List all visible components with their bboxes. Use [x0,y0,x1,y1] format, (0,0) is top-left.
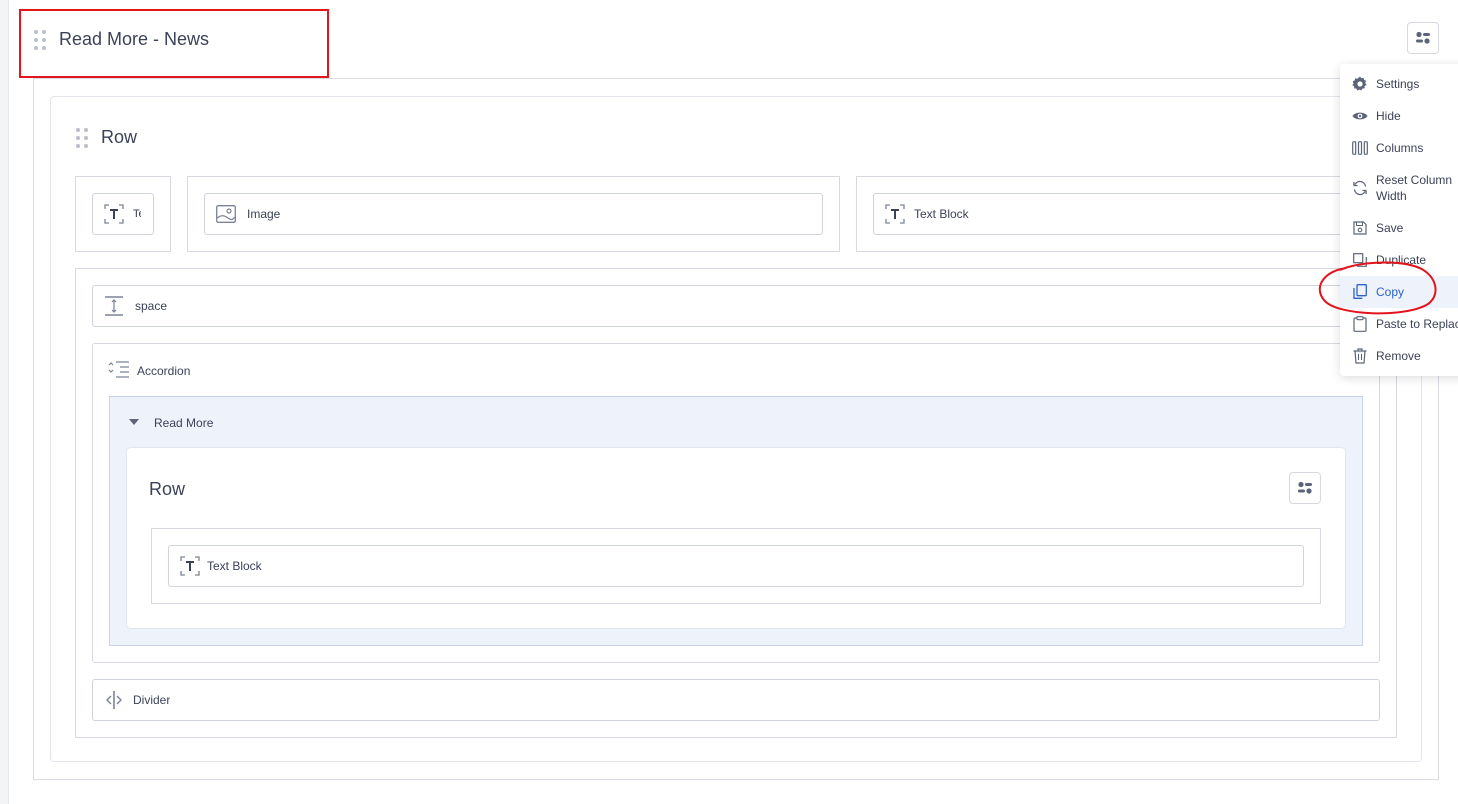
menu-item-columns[interactable]: Columns [1340,132,1458,164]
options-icon [1298,481,1312,494]
element-label: Te [133,208,141,220]
menu-item-label: Hide [1376,109,1401,123]
menu-item-label: Reset Column Width [1376,173,1453,203]
element-label: Text Block [207,559,262,573]
element-label: Divider [133,693,171,707]
menu-item-label: Save [1376,221,1404,235]
gear-icon [1352,76,1368,92]
accordion-label: Accordion [137,364,191,378]
panel-title: Read More [154,416,214,430]
highlight-box-annotation [19,9,329,78]
row-drag-handle-icon[interactable] [76,128,88,148]
image-element[interactable]: Image [204,193,823,235]
divider-element[interactable]: Divider [92,679,1380,721]
section-options-button[interactable] [1407,22,1439,54]
text-block-icon [103,203,125,225]
inner-row-options-button[interactable] [1289,472,1321,504]
element-label: Text Block [914,207,969,221]
circle-annotation [1318,261,1437,315]
menu-item-settings[interactable]: Settings [1340,68,1458,100]
reset-icon [1352,180,1368,196]
divider-icon [103,689,125,711]
row-context-menu: Settings Hide Columns Reset Column Width… [1340,64,1458,376]
menu-item-save[interactable]: Save [1340,212,1458,244]
columns-icon [1352,140,1368,156]
menu-item-label: Columns [1376,141,1424,155]
text-block-element[interactable]: Te [92,193,154,235]
menu-item-label: Remove [1376,349,1421,363]
space-element[interactable]: space [92,285,1380,327]
eye-icon [1352,108,1368,124]
menu-item-label: Settings [1376,77,1420,91]
menu-item-remove[interactable]: Remove [1340,340,1458,372]
options-icon [1416,31,1430,44]
caret-down-icon[interactable] [129,419,139,425]
menu-item-hide[interactable]: Hide [1340,100,1458,132]
inner-row-title: Row [149,479,186,499]
text-block-element[interactable]: Text Block [873,193,1343,235]
text-block-icon [179,555,201,577]
element-label: Image [247,207,281,221]
text-block-element[interactable]: Text Block [168,545,1304,587]
trash-icon [1352,348,1368,364]
row-title: Row [101,127,138,147]
text-block-icon [884,203,906,225]
menu-item-reset-column-width[interactable]: Reset Column Width [1340,172,1458,212]
save-icon [1352,220,1368,236]
spacer-icon [103,295,125,317]
image-icon [215,203,237,225]
element-label: space [135,299,168,313]
accordion-icon [108,360,130,385]
